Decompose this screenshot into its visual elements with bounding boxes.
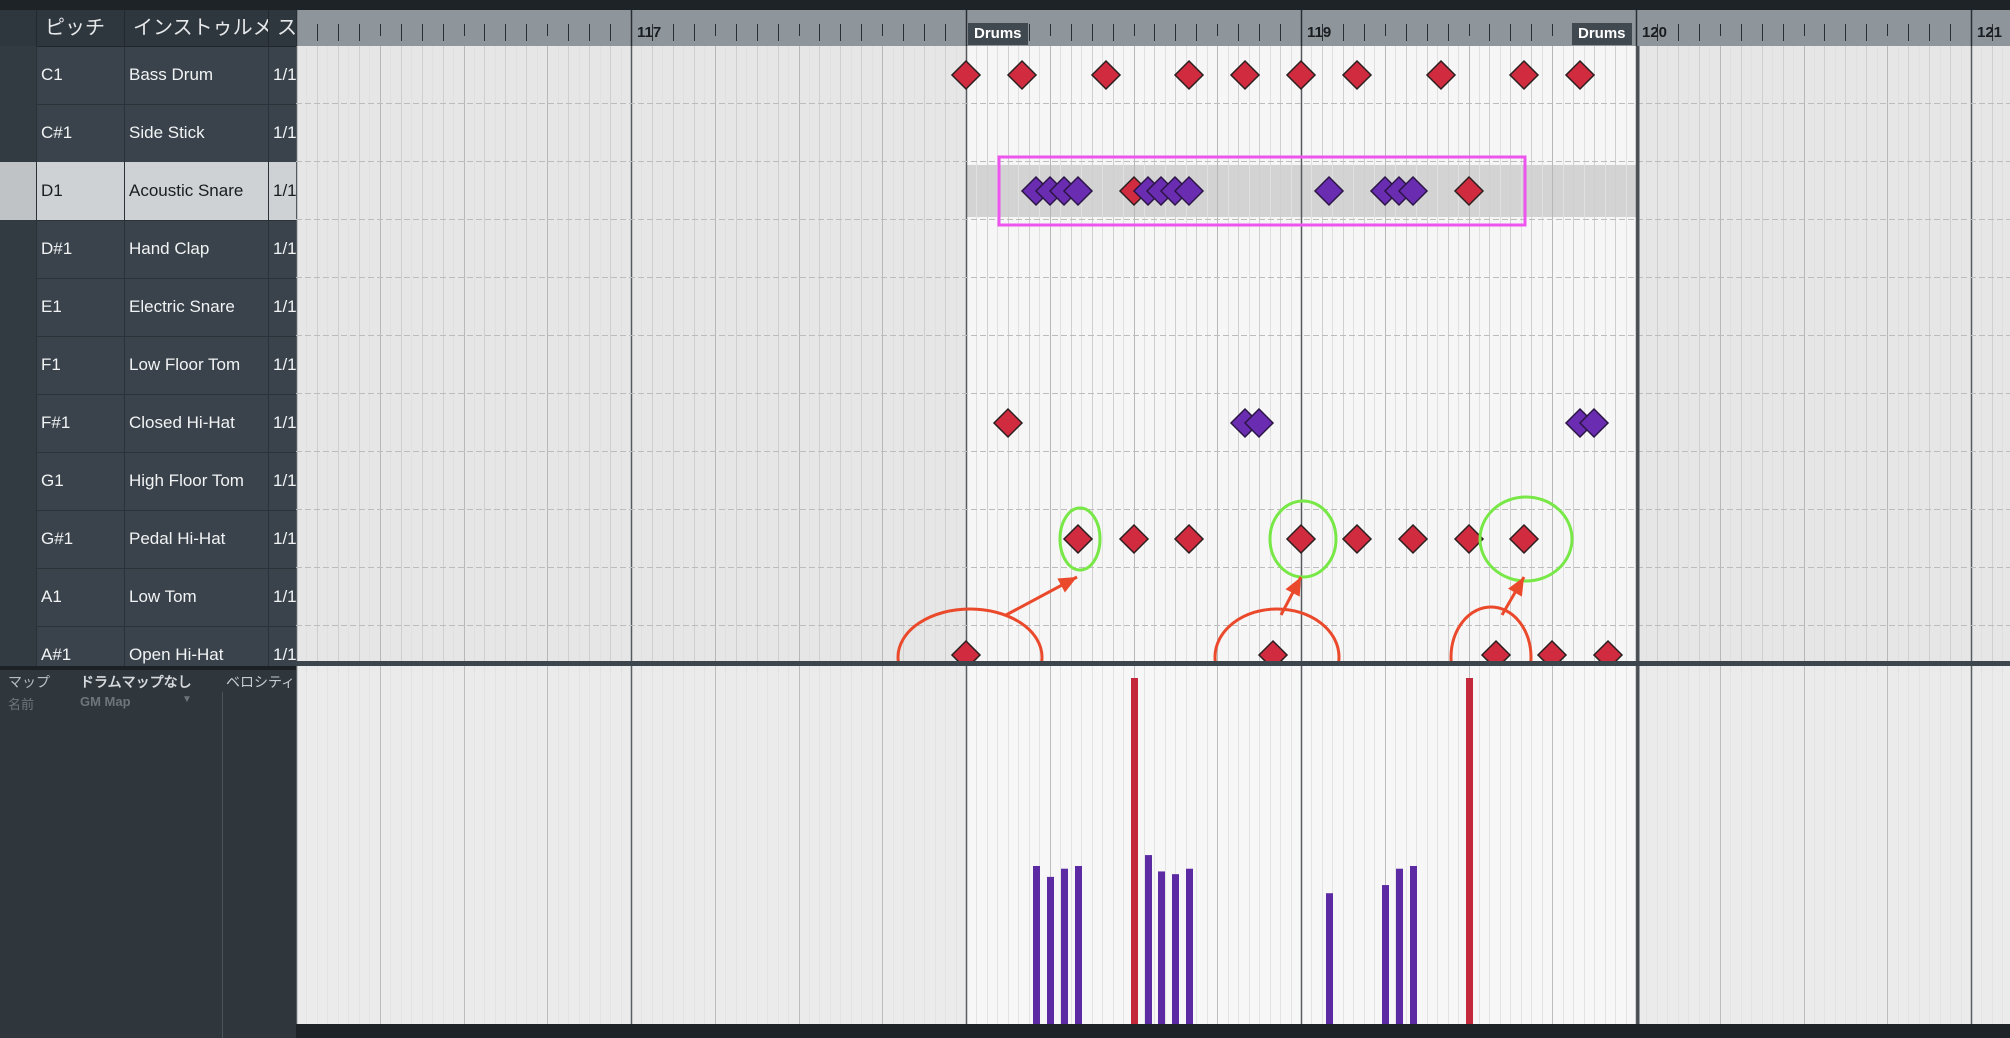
row-mute-cell[interactable] (0, 220, 36, 278)
map-label: マップ (8, 674, 50, 690)
bar-number-121: 121 (1977, 24, 2003, 41)
part-label-drums-end[interactable]: Drums (1572, 23, 1632, 45)
velocity-lane-label: ベロシティ (226, 674, 296, 690)
velocity-bar[interactable] (1172, 874, 1179, 1024)
bar-number-119: 119 (1307, 24, 1332, 41)
pitch-cell: D1 (36, 162, 124, 220)
instrument-row[interactable]: F#1 Closed Hi-Hat 1/1 (0, 394, 296, 453)
outside-part-region (1636, 46, 2010, 661)
quantize-cell: 1/1 (268, 220, 296, 278)
velocity-bar[interactable] (1326, 893, 1333, 1024)
instrument-row[interactable]: D1 Acoustic Snare 1/1 (0, 162, 296, 221)
row-mute-cell[interactable] (0, 278, 36, 336)
quantize-cell: 1/1 (268, 336, 296, 394)
row-mute-cell[interactable] (0, 568, 36, 626)
instrument-row[interactable]: G#1 Pedal Hi-Hat 1/1 (0, 510, 296, 569)
row-mute-cell[interactable] (0, 336, 36, 394)
quantize-cell: 1/1 (268, 46, 296, 104)
velocity-bar[interactable] (1075, 865, 1082, 1024)
velocity-bar[interactable] (1033, 865, 1040, 1024)
name-label: 名前 (8, 697, 35, 712)
part-label-drums-start[interactable]: Drums (968, 23, 1028, 45)
velocity-bar[interactable] (1382, 885, 1389, 1024)
drum-instrument-list-panel: ピッチ インストゥルメ ス C1 Bass Drum 1/1 C#1 Side Stic… (0, 10, 296, 1038)
instrument-row[interactable]: E1 Electric Snare 1/1 (0, 278, 296, 337)
instrument-name-cell: Pedal Hi-Hat (124, 510, 268, 568)
velocity-bar[interactable] (1047, 876, 1054, 1024)
drum-grid-editor[interactable]: 117 119 120 121 Drums Drums (296, 10, 2010, 1024)
list-header: ピッチ インストゥルメ ス (0, 10, 296, 47)
instrument-row[interactable]: D#1 Hand Clap 1/1 (0, 220, 296, 279)
bar-number-117: 117 (637, 24, 662, 41)
pitch-cell: F1 (36, 336, 124, 394)
quantize-cell: 1/1 (268, 510, 296, 568)
instrument-name-cell: Low Tom (124, 568, 268, 626)
map-name-dropdown[interactable]: GM Map (80, 694, 131, 709)
quantize-cell: 1/1 (268, 104, 296, 162)
pitch-cell: G#1 (36, 510, 124, 568)
instrument-row[interactable]: F1 Low Floor Tom 1/1 (0, 336, 296, 395)
instrument-name-cell: Closed Hi-Hat (124, 394, 268, 452)
velocity-bar[interactable] (1061, 868, 1068, 1024)
velocity-bar[interactable] (1410, 865, 1417, 1024)
ruler-ticks (296, 10, 1993, 46)
instrument-row[interactable]: C#1 Side Stick 1/1 (0, 104, 296, 163)
column-header-quantize[interactable]: ス (268, 10, 296, 46)
velocity-lane[interactable] (296, 666, 2010, 1024)
instrument-name-cell: High Floor Tom (124, 452, 268, 510)
velocity-bar[interactable] (1145, 855, 1152, 1024)
instrument-name-cell: Electric Snare (124, 278, 268, 336)
row-mute-cell[interactable] (0, 510, 36, 568)
row-mute-cell[interactable] (0, 452, 36, 510)
chevron-down-icon[interactable]: ▼ (182, 694, 192, 705)
velocity-bar[interactable] (1131, 678, 1138, 1024)
pitch-cell: D#1 (36, 220, 124, 278)
instrument-name-cell: Side Stick (124, 104, 268, 162)
row-mute-cell[interactable] (0, 162, 36, 220)
quantize-cell: 1/1 (268, 394, 296, 452)
pitch-cell: C#1 (36, 104, 124, 162)
quantize-cell: 1/1 (268, 162, 296, 220)
velocity-bar[interactable] (1158, 871, 1165, 1024)
bar-ruler[interactable]: 117 119 120 121 Drums Drums (296, 10, 2010, 46)
instrument-row[interactable]: C1 Bass Drum 1/1 (0, 46, 296, 105)
row-mute-cell[interactable] (0, 394, 36, 452)
instrument-name-cell: Bass Drum (124, 46, 268, 104)
row-mute-cell[interactable] (0, 46, 36, 104)
bar-number-120: 120 (1642, 24, 1668, 41)
note-grid[interactable] (296, 46, 2010, 661)
column-header-instrument[interactable]: インストゥルメ (124, 10, 268, 46)
instrument-name-cell: Acoustic Snare (124, 162, 268, 220)
drum-editor-window: ピッチ インストゥルメ ス C1 Bass Drum 1/1 C#1 Side Stic… (0, 0, 2010, 1038)
pitch-cell: C1 (36, 46, 124, 104)
velocity-bar[interactable] (1466, 678, 1473, 1024)
instrument-row[interactable]: A1 Low Tom 1/1 (0, 568, 296, 627)
pitch-cell: A1 (36, 568, 124, 626)
drum-map-panel: マップ ドラムマップなし ベロシティ 名前 GM Map ▼ (0, 666, 296, 1038)
row-mute-cell[interactable] (0, 104, 36, 162)
map-name-row: 名前 GM Map ▼ (0, 692, 296, 714)
pitch-cell: E1 (36, 278, 124, 336)
velocity-outside-region (1636, 666, 2010, 1024)
map-header: マップ ドラムマップなし ベロシティ (0, 670, 296, 692)
pitch-cell: G1 (36, 452, 124, 510)
map-panel-divider (222, 692, 223, 1038)
column-header-pitch[interactable]: ピッチ (36, 10, 124, 46)
instrument-name-cell: Hand Clap (124, 220, 268, 278)
pitch-cell: F#1 (36, 394, 124, 452)
quantize-cell: 1/1 (268, 452, 296, 510)
instrument-name-cell: Low Floor Tom (124, 336, 268, 394)
drum-map-selector[interactable]: ドラムマップなし (80, 672, 192, 692)
quantize-cell: 1/1 (268, 568, 296, 626)
velocity-bar[interactable] (1186, 868, 1193, 1024)
instrument-row[interactable]: G1 High Floor Tom 1/1 (0, 452, 296, 511)
velocity-bar[interactable] (1396, 868, 1403, 1024)
quantize-cell: 1/1 (268, 278, 296, 336)
